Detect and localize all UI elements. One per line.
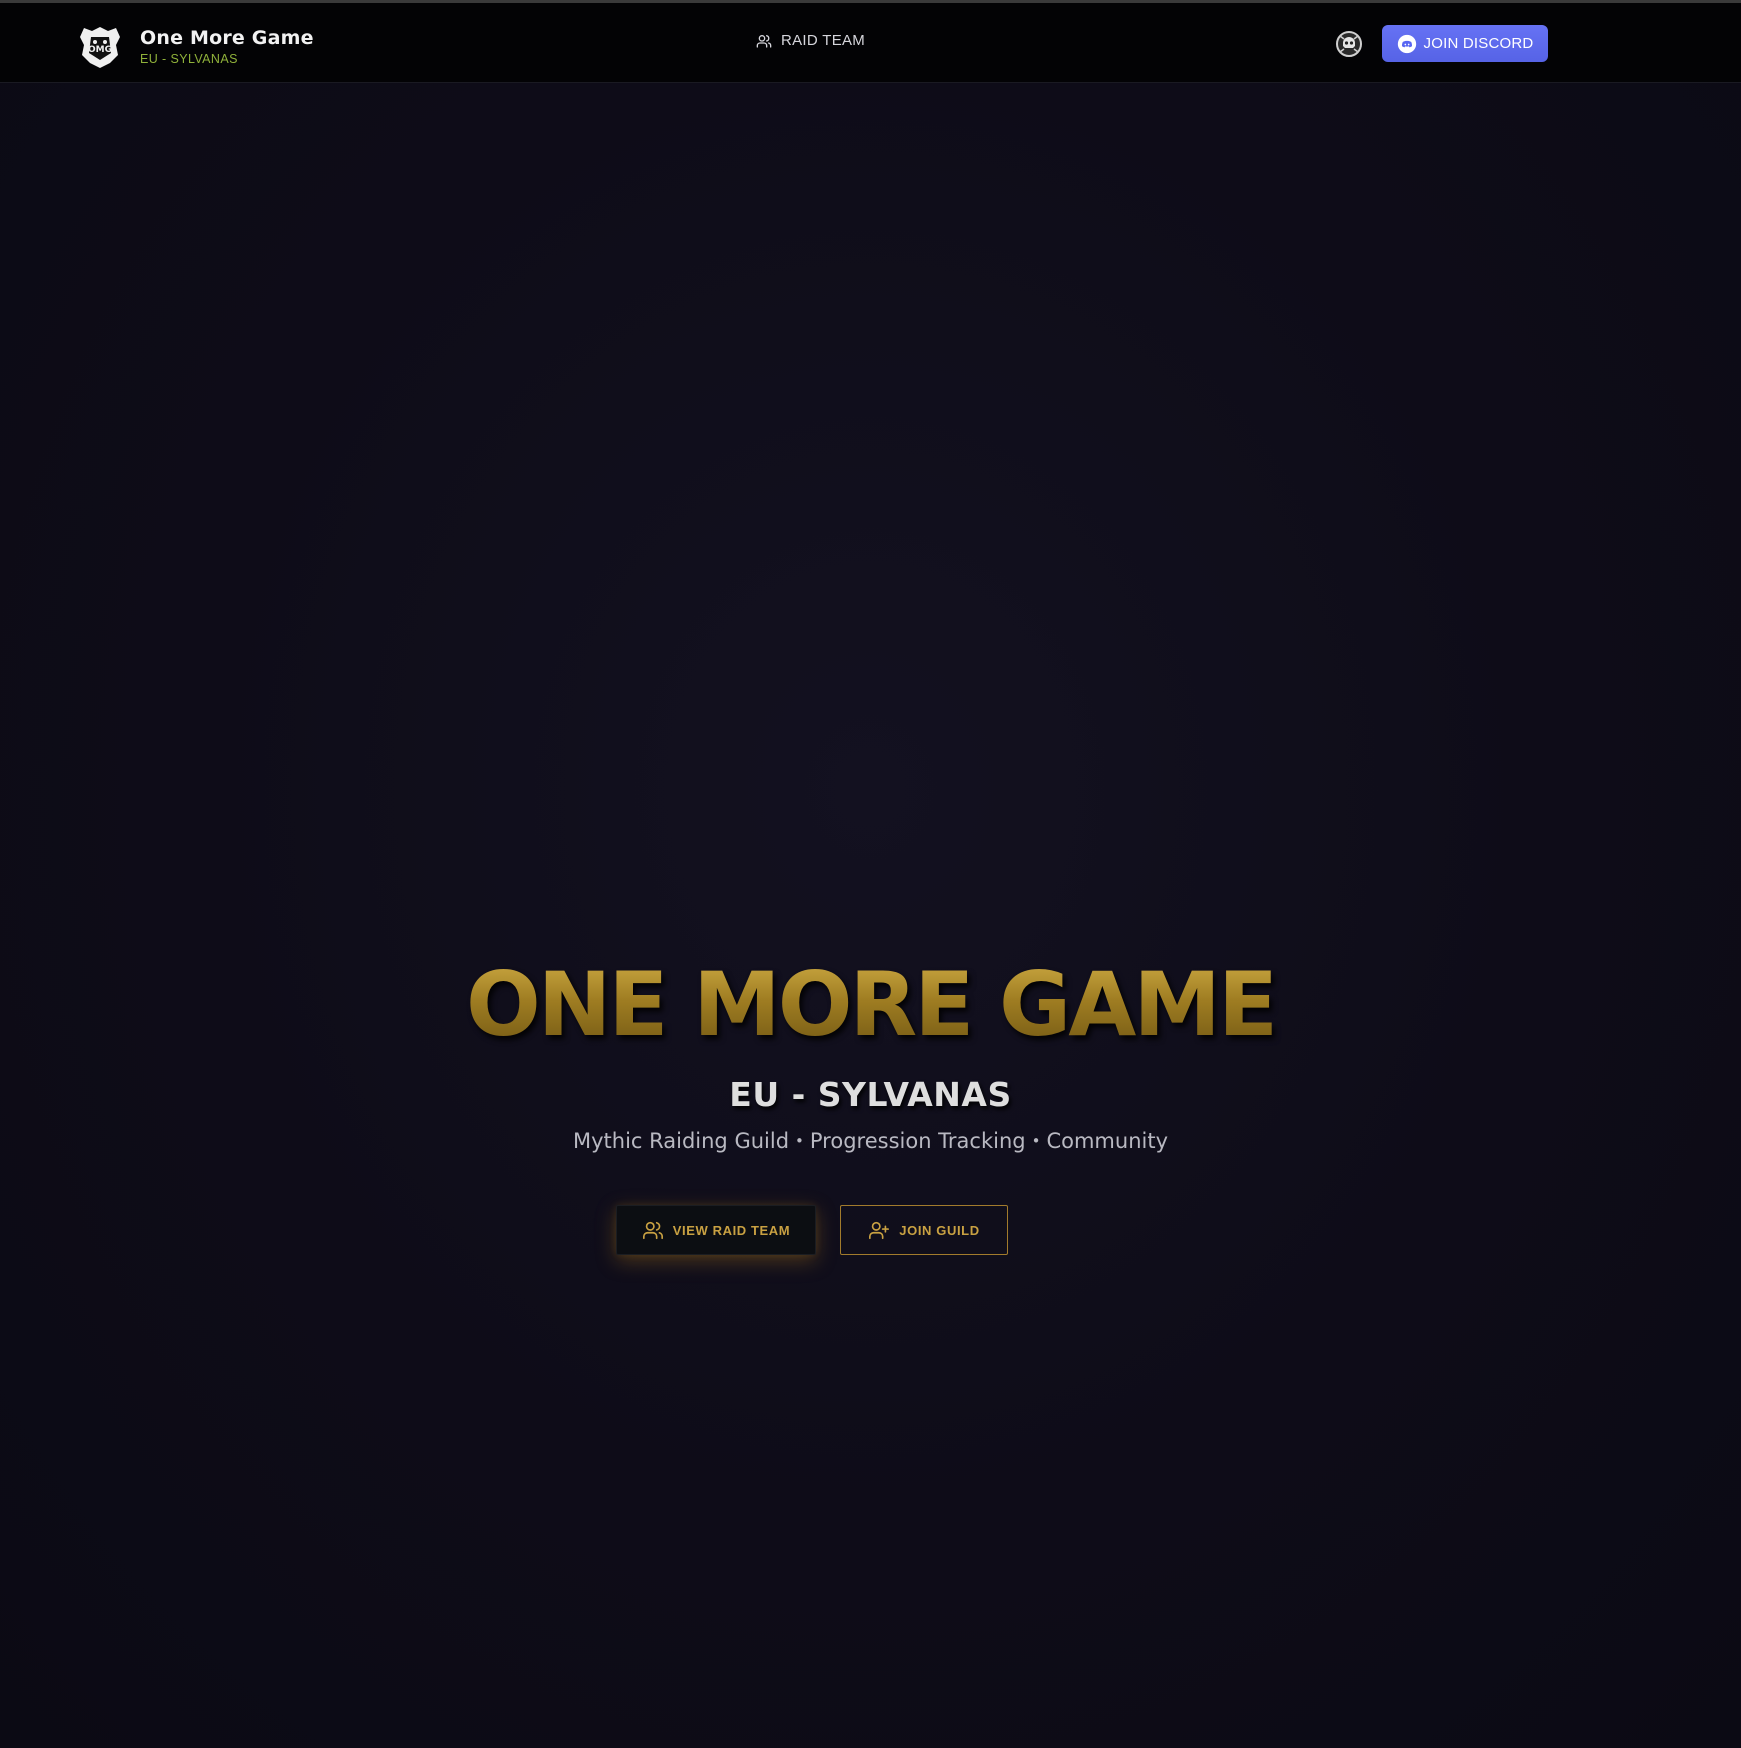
view-raid-team-label: VIEW RAID TEAM	[672, 1222, 791, 1238]
hero-title: ONE MORE GAME	[0, 955, 1741, 1055]
brand-realm: EU - SYLVANAS	[140, 52, 238, 66]
join-guild-button[interactable]: JOIN GUILD	[840, 1205, 1008, 1255]
nav-link-raid-team[interactable]: RAID TEAM	[756, 32, 865, 49]
page: OMG One More Game EU - SYLVANAS RAID TEA…	[0, 0, 1741, 1748]
tagline-item: Community	[1046, 1129, 1169, 1153]
users-icon	[642, 1221, 663, 1240]
discord-icon	[1397, 34, 1416, 53]
hero-subtitle: EU - SYLVANAS	[729, 1075, 1012, 1114]
tagline-separator: •	[1031, 1132, 1041, 1150]
skull-avatar-icon	[1336, 31, 1362, 57]
join-guild-label: JOIN GUILD	[899, 1222, 980, 1238]
tagline-separator: •	[795, 1132, 804, 1150]
hero-tagline: Mythic Raiding Guild • Progression Trackin…	[0, 1127, 1741, 1155]
users-icon	[756, 34, 772, 48]
brand-name: One More Game	[140, 27, 314, 49]
user-plus-icon	[869, 1221, 890, 1240]
nav-link-label: RAID TEAM	[781, 32, 866, 49]
join-discord-label: JOIN DISCORD	[1423, 35, 1534, 52]
tagline-item: Progression Tracking	[809, 1129, 1026, 1153]
user-avatar-button[interactable]	[1335, 30, 1363, 58]
svg-text:OMG: OMG	[88, 45, 112, 55]
top-navbar: OMG One More Game EU - SYLVANAS RAID TEA…	[0, 3, 1741, 83]
brand[interactable]: OMG One More Game EU - SYLVANAS	[76, 23, 314, 71]
omg-crest-icon: OMG	[80, 27, 120, 68]
join-discord-button[interactable]: JOIN DISCORD	[1382, 25, 1548, 62]
tagline-item: Mythic Raiding Guild	[572, 1129, 790, 1153]
view-raid-team-button[interactable]: VIEW RAID TEAM	[616, 1205, 816, 1255]
